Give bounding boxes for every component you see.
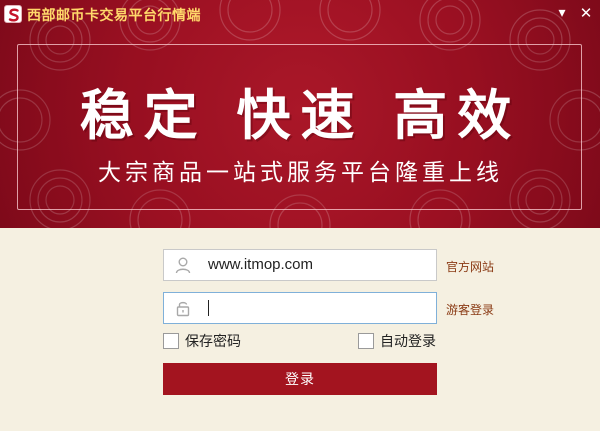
- username-value: www.itmop.com: [208, 256, 314, 273]
- banner-headline: 稳定 快速 高效: [79, 84, 522, 147]
- close-button[interactable]: ✕: [577, 4, 595, 22]
- banner-subline: 大宗商品一站式服务平台隆重上线: [98, 160, 503, 186]
- user-icon: [174, 256, 192, 274]
- minimize-button[interactable]: ▾: [553, 4, 571, 22]
- save-password-label: 保存密码: [185, 334, 241, 350]
- lock-icon: [174, 299, 192, 317]
- save-password-option[interactable]: 保存密码: [163, 331, 241, 351]
- app-title: 西部邮币卡交易平台行情端: [27, 8, 201, 24]
- password-field[interactable]: [163, 292, 437, 324]
- title-bar: 西部邮币卡交易平台行情端 ▾ ✕: [0, 0, 600, 28]
- auto-login-label: 自动登录: [380, 334, 436, 350]
- text-caret: [208, 300, 209, 316]
- banner: 西部邮币卡交易平台行情端 ▾ ✕ 稳定 快速 高效 大宗商品一站式服务平台隆重上…: [0, 0, 600, 228]
- save-password-checkbox[interactable]: [163, 333, 179, 349]
- auto-login-checkbox[interactable]: [358, 333, 374, 349]
- username-field[interactable]: www.itmop.com: [163, 249, 437, 281]
- login-window: 西部邮币卡交易平台行情端 ▾ ✕ 稳定 快速 高效 大宗商品一站式服务平台隆重上…: [0, 0, 600, 431]
- app-logo-icon: [4, 5, 22, 23]
- headline-panel: 稳定 快速 高效 大宗商品一站式服务平台隆重上线: [17, 44, 582, 210]
- login-button[interactable]: 登录: [163, 363, 437, 395]
- auto-login-option[interactable]: 自动登录: [358, 331, 436, 351]
- guest-login-link[interactable]: 游客登录: [446, 301, 494, 318]
- official-site-link[interactable]: 官方网站: [446, 258, 494, 275]
